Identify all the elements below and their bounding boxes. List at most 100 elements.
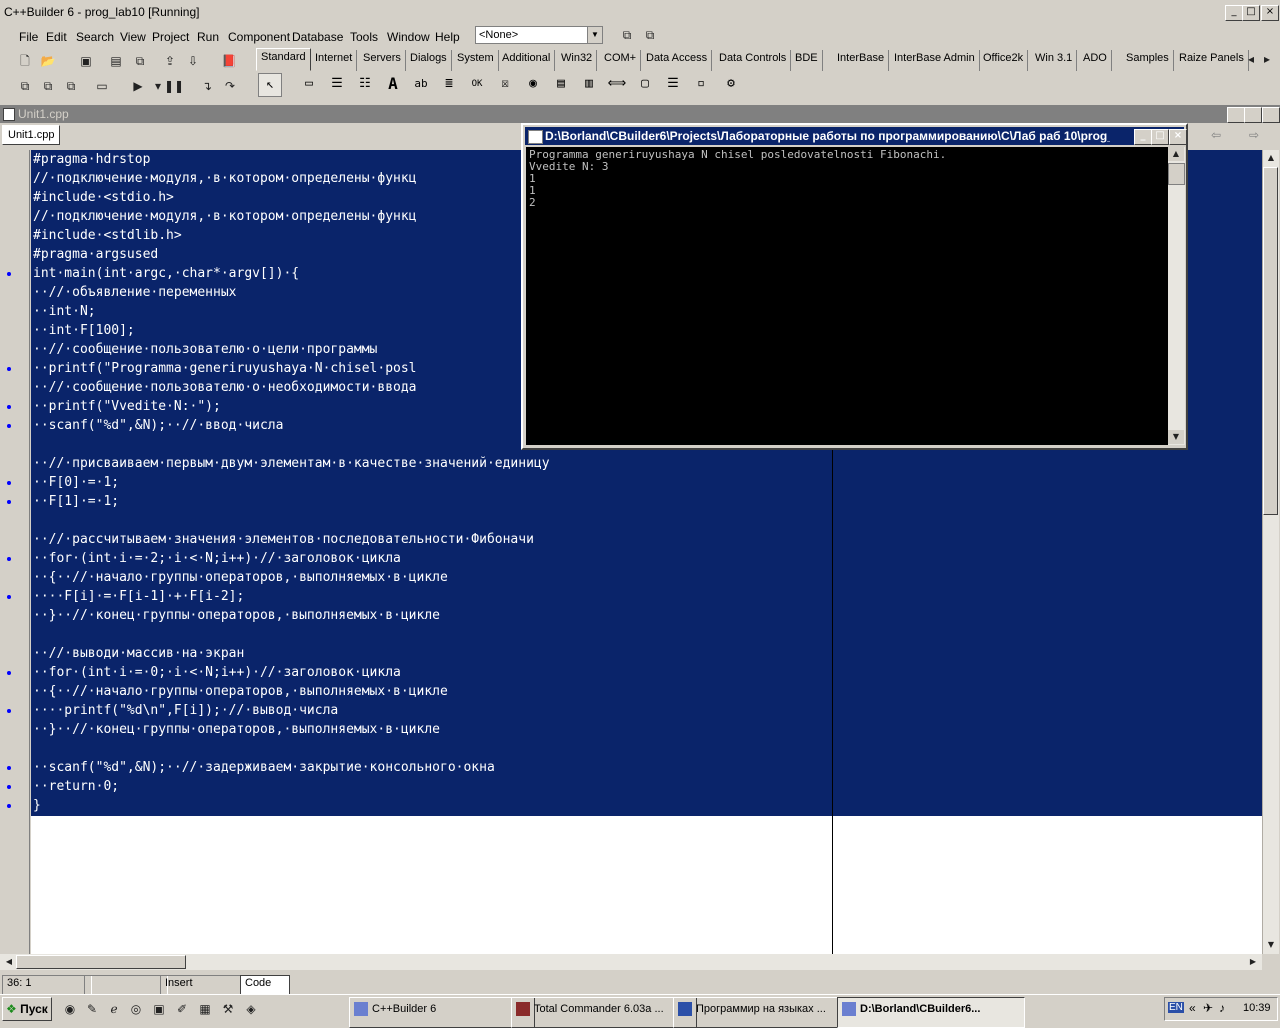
menu-edit[interactable]: Edit bbox=[46, 30, 67, 44]
code-line[interactable]: //·подключение·модуля,·в·котором·определ… bbox=[33, 169, 417, 188]
executable-line-dot[interactable] bbox=[7, 804, 11, 808]
executable-line-dot[interactable] bbox=[7, 481, 11, 485]
task-total-commander[interactable]: Total Commander 6.03a ... bbox=[511, 997, 697, 1028]
code-line[interactable]: ····F[i]·=·F[i-1]·+·F[i-2]; bbox=[33, 587, 244, 606]
task-console[interactable]: D:\Borland\CBuilder6... bbox=[837, 997, 1025, 1028]
executable-line-dot[interactable] bbox=[7, 500, 11, 504]
memo-icon[interactable]: ≣ bbox=[438, 73, 460, 95]
scroll-left-icon[interactable]: ◀ bbox=[1, 954, 17, 970]
language-indicator[interactable]: EN bbox=[1168, 1002, 1184, 1013]
code-line[interactable]: #pragma·argsused bbox=[33, 245, 158, 264]
console-scroll-thumb[interactable] bbox=[1168, 163, 1185, 185]
listbox-icon[interactable]: ▤ bbox=[550, 73, 572, 95]
console-scrollbar[interactable]: ▲ ▼ bbox=[1168, 147, 1185, 445]
scrollbar-icon[interactable]: ⟺ bbox=[606, 73, 628, 95]
volume-icon[interactable]: ♪ bbox=[1219, 1001, 1225, 1015]
menu-file[interactable]: File bbox=[19, 30, 38, 44]
save-icon[interactable]: ▣ bbox=[76, 52, 96, 70]
console-maximize-icon[interactable]: □ bbox=[1151, 129, 1169, 145]
executable-line-dot[interactable] bbox=[7, 424, 11, 428]
quicklaunch-ie-icon[interactable]: ℯ bbox=[104, 1000, 124, 1018]
editor-close-icon[interactable]: × bbox=[1262, 107, 1280, 123]
code-line[interactable]: ··printf("Vvedite·N:·"); bbox=[33, 397, 221, 416]
code-line[interactable]: ··for·(int·i·=·2;·i·<·N;i++)·//·заголово… bbox=[33, 549, 401, 568]
new-form-icon[interactable]: ▭ bbox=[92, 77, 112, 95]
open-icon[interactable]: 📂 bbox=[38, 52, 58, 70]
add-file-icon[interactable]: ⇪ bbox=[160, 52, 180, 70]
code-line[interactable]: ····printf("%d\n",F[i]);·//·вывод·числа bbox=[33, 701, 338, 720]
tab-win31[interactable]: Win 3.1 bbox=[1031, 50, 1078, 71]
popupmenu-icon[interactable]: ☷ bbox=[354, 73, 376, 95]
palette-scroll-right-icon[interactable]: ▸ bbox=[1260, 50, 1274, 68]
actionlist-icon[interactable]: ⚙ bbox=[720, 73, 742, 95]
code-line[interactable]: ··{··//·начало·группы·операторов,·выполн… bbox=[33, 568, 448, 587]
trace-into-icon[interactable]: ↴ bbox=[197, 77, 217, 95]
code-line[interactable]: ··}··//·конец·группы·операторов,·выполня… bbox=[33, 606, 440, 625]
executable-line-dot[interactable] bbox=[7, 595, 11, 599]
menu-run[interactable]: Run bbox=[197, 30, 219, 44]
code-line[interactable]: ··{··//·начало·группы·операторов,·выполн… bbox=[33, 682, 448, 701]
executable-line-dot[interactable] bbox=[7, 671, 11, 675]
pause-icon[interactable]: ❚❚ bbox=[164, 77, 184, 95]
executable-line-dot[interactable] bbox=[7, 557, 11, 561]
scroll-right-icon[interactable]: ▶ bbox=[1245, 954, 1261, 970]
tab-interbase-admin[interactable]: InterBase Admin bbox=[890, 50, 980, 71]
code-line[interactable]: ··printf("Programma·generiruyushaya·N·ch… bbox=[33, 359, 417, 378]
tab-win32[interactable]: Win32 bbox=[557, 50, 598, 71]
console-minimize-icon[interactable]: _ bbox=[1134, 129, 1152, 145]
set-debug-desktop-icon[interactable]: ⧉ bbox=[640, 26, 660, 44]
tab-data-access[interactable]: Data Access bbox=[642, 50, 713, 71]
task-word[interactable]: Программир на языках ... bbox=[673, 997, 859, 1028]
console-scroll-down-icon[interactable]: ▼ bbox=[1168, 430, 1184, 444]
hscroll-thumb[interactable] bbox=[16, 955, 186, 969]
open-project-icon[interactable]: ⧉ bbox=[130, 52, 150, 70]
editor-restore-icon[interactable]: ❐ bbox=[1244, 107, 1262, 123]
menu-help[interactable]: Help bbox=[435, 30, 460, 44]
executable-line-dot[interactable] bbox=[7, 405, 11, 409]
chevron-down-icon[interactable]: ▼ bbox=[587, 27, 602, 43]
scroll-up-icon[interactable]: ▲ bbox=[1263, 150, 1279, 166]
file-tab-unit1[interactable]: Unit1.cpp bbox=[2, 125, 60, 145]
tab-raize-panels[interactable]: Raize Panels bbox=[1175, 50, 1249, 71]
code-line[interactable]: ··int·F[100]; bbox=[33, 321, 135, 340]
tab-ado[interactable]: ADO bbox=[1079, 50, 1112, 71]
executable-line-dot[interactable] bbox=[7, 709, 11, 713]
groupbox-icon[interactable]: ▢ bbox=[634, 73, 656, 95]
quicklaunch-4-icon[interactable]: ◎ bbox=[126, 1000, 146, 1018]
menu-tools[interactable]: Tools bbox=[350, 30, 378, 44]
step-over-icon[interactable]: ↷ bbox=[220, 77, 240, 95]
code-line[interactable]: //·подключение·модуля,·в·котором·определ… bbox=[33, 207, 417, 226]
quicklaunch-9-icon[interactable]: ◈ bbox=[241, 1000, 261, 1018]
console-window[interactable]: D:\Borland\CBuilder6\Projects\Лабораторн… bbox=[521, 123, 1188, 450]
pointer-icon[interactable]: ↖ bbox=[258, 73, 282, 97]
maximize-icon[interactable]: □ bbox=[1242, 5, 1260, 21]
code-line[interactable]: ··scanf("%d",&N);··//·задерживаем·закрыт… bbox=[33, 758, 495, 777]
button-icon[interactable]: OK bbox=[466, 73, 488, 95]
quicklaunch-7-icon[interactable]: ▦ bbox=[195, 1000, 215, 1018]
code-line[interactable]: ··//·присваиваем·первым·двум·элементам·в… bbox=[33, 454, 550, 473]
code-line[interactable]: } bbox=[33, 796, 41, 815]
panel-icon[interactable]: ▫ bbox=[690, 73, 712, 95]
editor-minimize-icon[interactable]: _ bbox=[1227, 107, 1245, 123]
code-line[interactable]: #include·<stdio.h> bbox=[33, 188, 174, 207]
tab-servers[interactable]: Servers bbox=[359, 50, 406, 71]
menu-project[interactable]: Project bbox=[152, 30, 189, 44]
desktop-combo[interactable]: <None> ▼ bbox=[475, 26, 603, 44]
tab-internet[interactable]: Internet bbox=[311, 50, 358, 71]
tab-bde[interactable]: BDE bbox=[791, 50, 823, 71]
tab-additional[interactable]: Additional bbox=[498, 50, 556, 71]
tab-samples[interactable]: Samples bbox=[1122, 50, 1174, 71]
back-icon[interactable]: ⇦ bbox=[1206, 126, 1226, 144]
code-line[interactable]: int·main(int·argc,·char*·argv[])·{ bbox=[33, 264, 299, 283]
scroll-down-icon[interactable]: ▼ bbox=[1263, 937, 1279, 953]
code-line[interactable]: ··scanf("%d",&N);··//·ввод·числа bbox=[33, 416, 283, 435]
code-line[interactable]: ··//·сообщение·пользователю·о·цели·прогр… bbox=[33, 340, 377, 359]
tray-app-1-icon[interactable]: ✈ bbox=[1203, 1001, 1213, 1015]
checkbox-icon[interactable]: ☒ bbox=[494, 73, 516, 95]
code-line[interactable]: ··F[1]·=·1; bbox=[33, 492, 119, 511]
console-close-icon[interactable]: × bbox=[1169, 129, 1187, 145]
console-output[interactable]: Programma generiruyushaya N chisel posle… bbox=[526, 147, 1168, 445]
console-scroll-up-icon[interactable]: ▲ bbox=[1168, 147, 1184, 161]
menu-view[interactable]: View bbox=[120, 30, 146, 44]
forward-icon[interactable]: ⇨ bbox=[1244, 126, 1264, 144]
